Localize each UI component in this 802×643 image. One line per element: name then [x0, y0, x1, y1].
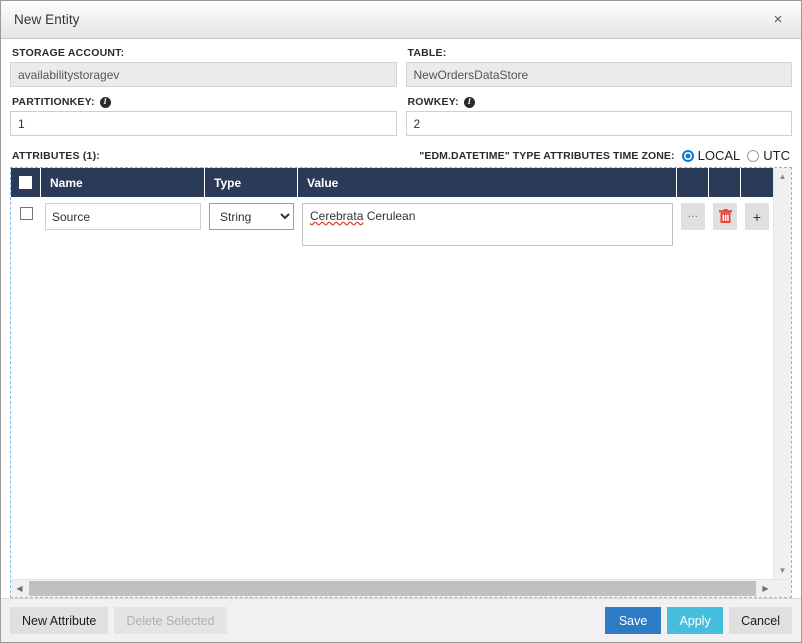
timezone-label: "EDM.DATETIME" TYPE ATTRIBUTES TIME ZONE…: [419, 149, 675, 162]
title-bar: New Entity ×: [1, 1, 801, 39]
row-more-cell: ...: [677, 203, 709, 230]
attribute-name-input[interactable]: [45, 203, 201, 230]
grid-header-row: Name Type Value: [11, 168, 773, 197]
partition-key-label: PARTITIONKEY: i: [12, 96, 397, 108]
row-key-group: ROWKEY: i: [405, 96, 793, 136]
row-delete-cell: [709, 203, 741, 230]
plus-icon: +: [752, 208, 762, 225]
new-attribute-button[interactable]: New Attribute: [10, 607, 109, 634]
misspelled-word: Cerebrata: [310, 209, 364, 223]
trash-icon: [718, 209, 732, 223]
save-button[interactable]: Save: [605, 607, 662, 634]
info-icon[interactable]: i: [99, 96, 111, 108]
row-value-cell: Cerebrata Cerulean: [298, 203, 677, 246]
scroll-up-arrow-icon[interactable]: ▲: [774, 168, 791, 185]
table-label: TABLE:: [407, 47, 447, 59]
attribute-value-input[interactable]: Cerebrata Cerulean: [302, 203, 673, 246]
footer-left-actions: New Attribute Delete Selected: [10, 607, 227, 634]
storage-account-label: STORAGE ACCOUNT:: [12, 47, 125, 59]
select-all-header: [11, 168, 41, 197]
add-row-button[interactable]: +: [745, 203, 769, 230]
column-header-type[interactable]: Type: [205, 168, 298, 197]
column-header-more: [677, 168, 709, 197]
radio-local[interactable]: LOCAL: [681, 148, 741, 163]
grid-inner: Name Type Value Source String Cerebrata …: [11, 168, 791, 579]
radio-utc[interactable]: UTC: [747, 148, 790, 163]
radio-local-mark: [681, 149, 694, 162]
new-entity-dialog: New Entity × STORAGE ACCOUNT: TABLE: PAR…: [0, 0, 802, 643]
cancel-button[interactable]: Cancel: [729, 607, 792, 634]
footer-toolbar: New Attribute Delete Selected Save Apply…: [1, 598, 801, 642]
grid-body: String Cerebrata Cerulean ...: [11, 197, 773, 579]
select-all-checkbox[interactable]: [19, 176, 32, 189]
partition-key-label-text: PARTITIONKEY:: [12, 96, 95, 108]
column-header-add: [741, 168, 773, 197]
column-header-name[interactable]: Name: [41, 168, 205, 197]
attributes-grid: Name Type Value Source String Cerebrata …: [10, 167, 792, 598]
scroll-left-arrow-icon[interactable]: ◀: [11, 580, 28, 597]
scroll-down-arrow-icon[interactable]: ▼: [774, 562, 791, 579]
ellipsis-icon: ...: [687, 208, 699, 220]
table-row: String Cerebrata Cerulean ...: [11, 197, 773, 252]
radio-utc-label: UTC: [763, 148, 790, 163]
row-type-cell: String: [205, 203, 298, 230]
horizontal-scrollbar[interactable]: ◀ ▶: [11, 579, 791, 597]
vertical-scrollbar[interactable]: ▲ ▼: [773, 168, 791, 579]
row-name-cell: [41, 203, 205, 230]
row-add-cell: +: [741, 203, 773, 230]
table-group: TABLE:: [405, 47, 792, 87]
footer-right-actions: Save Apply Cancel: [605, 607, 792, 634]
key-fields: PARTITIONKEY: i ROWKEY: i: [10, 96, 792, 136]
column-header-delete: [709, 168, 741, 197]
delete-selected-button[interactable]: Delete Selected: [114, 607, 227, 634]
radio-utc-mark: [747, 149, 760, 162]
dialog-title: New Entity: [14, 12, 80, 27]
row-key-label-text: ROWKEY:: [407, 96, 459, 108]
storage-account-input: [10, 62, 397, 87]
row-checkbox[interactable]: [19, 207, 33, 220]
row-key-input[interactable]: [405, 111, 792, 136]
value-rest-text: Cerulean: [363, 209, 416, 223]
table-input: [405, 62, 792, 87]
attribute-type-select[interactable]: String: [209, 203, 294, 230]
dialog-body: STORAGE ACCOUNT: TABLE: PARTITIONKEY: i …: [1, 39, 801, 598]
row-select-cell: [11, 203, 41, 220]
apply-button[interactable]: Apply: [667, 607, 724, 634]
horizontal-scroll-thumb[interactable]: [29, 581, 756, 596]
close-icon[interactable]: ×: [765, 7, 791, 33]
attributes-bar: ATTRIBUTES (1): "EDM.DATETIME" TYPE ATTR…: [12, 148, 792, 163]
info-icon[interactable]: i: [463, 96, 475, 108]
column-header-value[interactable]: Value: [298, 168, 677, 197]
delete-row-button[interactable]: [713, 203, 737, 230]
identity-fields: STORAGE ACCOUNT: TABLE:: [10, 47, 792, 87]
row-key-label: ROWKEY: i: [408, 96, 793, 108]
timezone-radio-group: "EDM.DATETIME" TYPE ATTRIBUTES TIME ZONE…: [419, 148, 792, 163]
storage-account-group: STORAGE ACCOUNT:: [10, 47, 397, 87]
scroll-right-arrow-icon[interactable]: ▶: [757, 580, 774, 597]
partition-key-input[interactable]: [10, 111, 397, 136]
more-options-button[interactable]: ...: [681, 203, 705, 230]
attributes-title: ATTRIBUTES (1):: [12, 149, 100, 162]
radio-local-label: LOCAL: [697, 148, 741, 163]
partition-key-group: PARTITIONKEY: i: [10, 96, 397, 136]
grid-main: Name Type Value Source String Cerebrata …: [11, 168, 773, 579]
